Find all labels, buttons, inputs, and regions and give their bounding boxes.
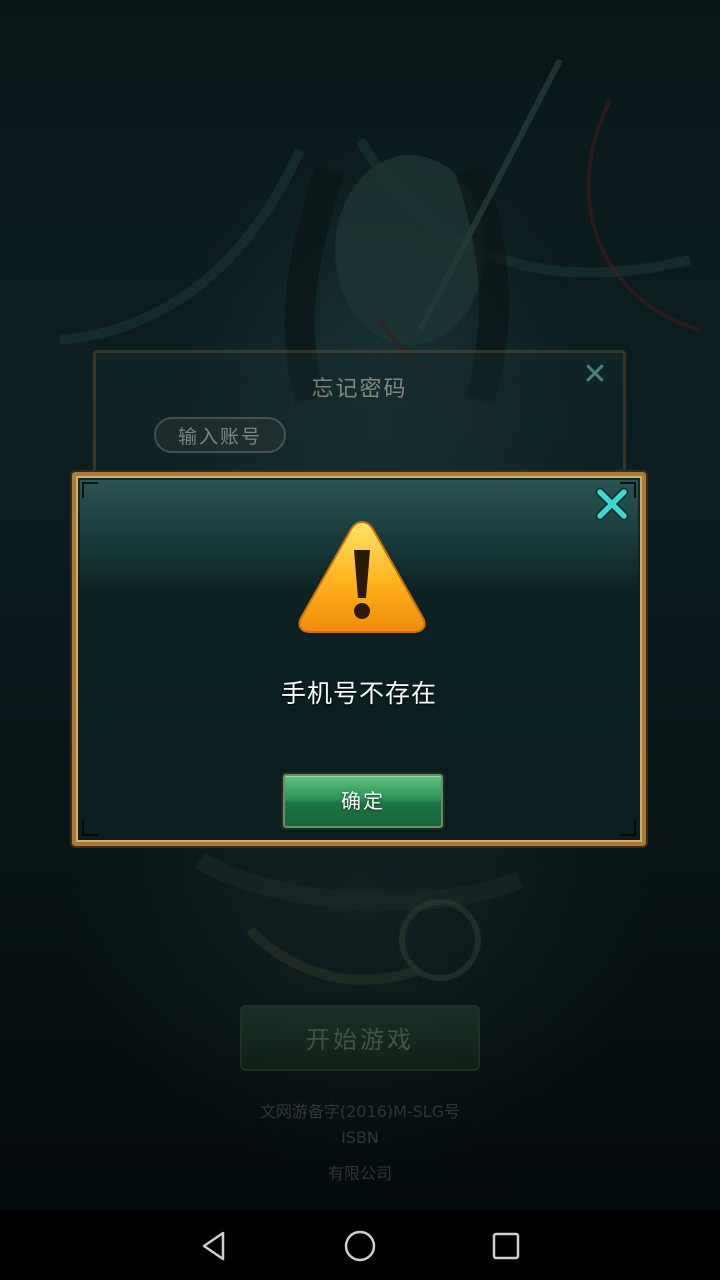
home-icon[interactable] xyxy=(342,1228,378,1264)
forgot-password-title: 忘记密码 xyxy=(311,377,408,402)
legal-text: ISBN xyxy=(341,1128,379,1147)
legal-text: 文网游备字(2016)M-SLG号 xyxy=(259,1102,461,1121)
close-icon[interactable] xyxy=(592,484,632,524)
start-game-button: 开始游戏 xyxy=(240,1005,480,1071)
back-icon[interactable] xyxy=(196,1228,232,1264)
legal-text: 有限公司 xyxy=(327,1164,392,1183)
account-label-pill: 输入账号 xyxy=(154,417,286,453)
dialog-message: 手机号不存在 xyxy=(280,679,437,708)
system-navigation-bar xyxy=(0,1210,720,1280)
game-screen: 忘记密码 ✕ 输入账号 开始游戏 文网游备字(2016)M-SLG号 ISBN … xyxy=(0,0,720,1280)
recents-icon[interactable] xyxy=(488,1228,524,1264)
corner-ornament xyxy=(82,820,98,836)
close-icon: ✕ xyxy=(582,357,608,392)
confirm-button[interactable]: 确定 xyxy=(283,774,443,828)
corner-ornament xyxy=(620,820,636,836)
warning-icon xyxy=(296,518,428,636)
alert-dialog: 手机号不存在 确定 xyxy=(72,472,646,846)
corner-ornament xyxy=(82,482,98,498)
